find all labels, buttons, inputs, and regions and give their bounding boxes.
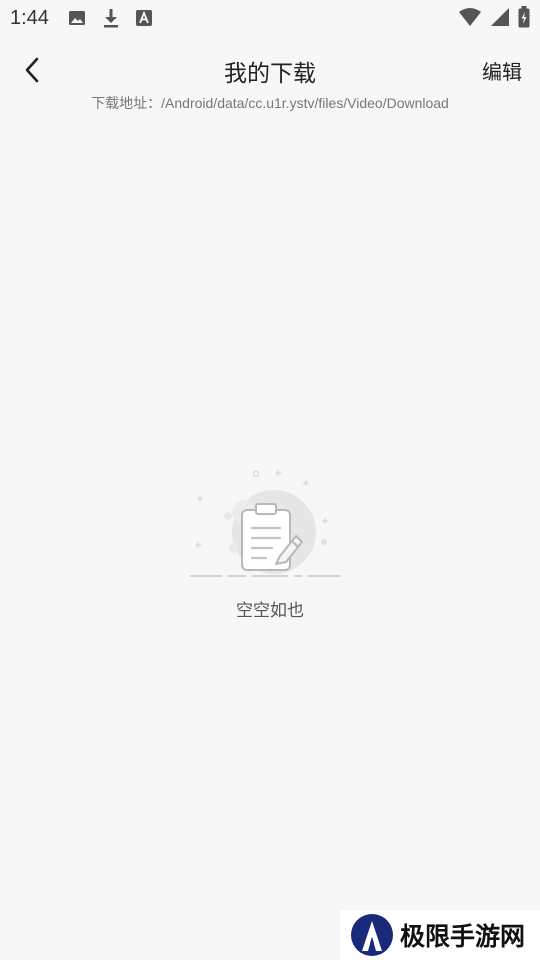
watermark-logo-icon [351, 914, 393, 956]
watermark-text: 极限手游网 [400, 922, 526, 951]
status-bar: 1:44 [0, 0, 540, 36]
download-icon [103, 9, 118, 28]
status-time: 1:44 [10, 6, 49, 29]
battery-icon [518, 6, 530, 28]
signal-icon [491, 8, 509, 26]
status-left-icons [67, 7, 153, 29]
empty-state: 空空如也 [0, 466, 540, 621]
empty-state-text: 空空如也 [236, 601, 304, 621]
font-icon [135, 10, 152, 26]
download-path: 下载地址：/Android/data/cc.u1r.ystv/files/Vid… [91, 95, 449, 111]
edit-button[interactable]: 编辑 [482, 56, 522, 85]
wifi-icon [459, 8, 481, 26]
watermark: 极限手游网 [340, 910, 540, 960]
empty-clipboard-icon [190, 470, 340, 577]
status-right-icons [458, 6, 530, 28]
image-icon [68, 11, 85, 25]
page-title: 我的下载 [224, 61, 316, 87]
header: 我的下载 编辑 [0, 44, 540, 94]
